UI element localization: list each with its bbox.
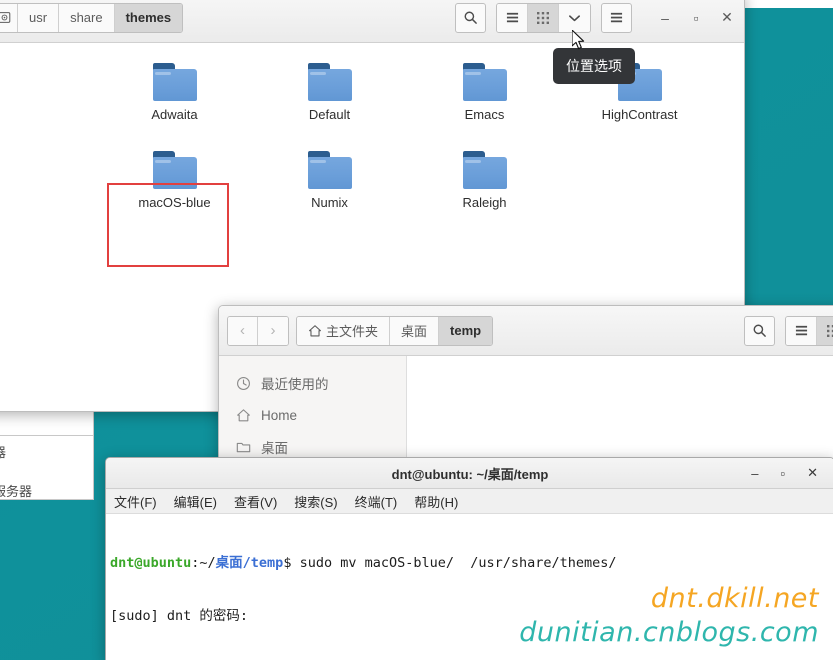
sidebar-item-label: 桌面 xyxy=(261,441,288,456)
temp-breadcrumb[interactable]: 主文件夹 桌面 temp xyxy=(296,315,494,346)
terminal-output: [sudo] dnt 的密码: xyxy=(110,607,249,624)
menu-help[interactable]: 帮助(H) xyxy=(414,492,458,511)
folder-icon xyxy=(462,63,507,101)
prompt-path: 桌面/temp xyxy=(215,555,284,571)
themes-window-controls[interactable]: – ▫ ✕ xyxy=(656,9,736,27)
prompt-symbol: $ xyxy=(283,555,300,571)
temp-back-button[interactable]: ‹ xyxy=(228,316,258,345)
terminal-title: dnt@ubuntu: ~/桌面/temp xyxy=(391,466,549,482)
folder-icon xyxy=(462,151,507,189)
terminal-minimize-button[interactable]: – xyxy=(751,466,758,481)
folder-icon xyxy=(307,63,352,101)
breadcrumb-crumb-icon[interactable] xyxy=(0,3,18,32)
themes-grid-view-button[interactable] xyxy=(528,3,559,32)
terminal-window-controls[interactable]: – ▫ ✕ xyxy=(751,465,833,481)
themes-search-button[interactable] xyxy=(455,2,486,33)
temp-search-button[interactable] xyxy=(744,315,775,346)
home-icon xyxy=(235,407,251,423)
breadcrumb-temp[interactable]: temp xyxy=(439,316,493,345)
screen: 的 器 服务器 usr share themes xyxy=(0,0,833,660)
folder-icon xyxy=(152,151,197,189)
breadcrumb-home-label: 主文件夹 xyxy=(326,324,379,339)
temp-headerbar: ‹ › 主文件夹 桌面 temp xyxy=(219,306,833,356)
terminal-close-button[interactable]: ✕ xyxy=(807,465,818,481)
menu-view[interactable]: 查看(V) xyxy=(234,492,277,511)
menu-search[interactable]: 搜索(S) xyxy=(294,492,337,511)
folder-item-raleigh[interactable]: Raleigh xyxy=(407,145,562,233)
terminal-line-1: dnt@ubuntu:~/桌面/temp$ sudo mv macOS-blue… xyxy=(110,555,826,573)
folder-label: Numix xyxy=(311,195,348,210)
terminal-titlebar: dnt@ubuntu: ~/桌面/temp – ▫ ✕ xyxy=(106,458,833,489)
folder-icon xyxy=(235,439,251,455)
folder-item-default[interactable]: Default xyxy=(252,57,407,145)
terminal-maximize-button[interactable]: ▫ xyxy=(780,466,785,481)
menu-file[interactable]: 文件(F) xyxy=(114,492,157,511)
home-icon xyxy=(309,324,321,336)
fragment-text-2: 服务器 xyxy=(0,484,33,499)
folder-item-adwaita[interactable]: Adwaita xyxy=(97,57,252,145)
folder-label: HighContrast xyxy=(601,107,678,122)
themes-minimize-button[interactable]: – xyxy=(656,9,674,27)
list-view-icon xyxy=(506,12,518,23)
folder-label: Emacs xyxy=(464,107,505,122)
location-options-tooltip: 位置选项 xyxy=(553,48,635,84)
themes-maximize-button[interactable]: ▫ xyxy=(687,9,705,27)
fragment-text-1: 器 xyxy=(0,436,93,461)
background-window-fragment-bottom[interactable]: 器 服务器 xyxy=(0,436,94,500)
themes-headerbar: usr share themes – ▫ ✕ xyxy=(0,0,744,43)
chevron-down-icon xyxy=(569,14,580,21)
themes-sort-dropdown-button[interactable] xyxy=(559,3,590,32)
folder-label: Adwaita xyxy=(151,107,198,122)
themes-breadcrumb[interactable]: usr share themes xyxy=(0,2,184,33)
temp-view-switcher[interactable] xyxy=(785,315,833,346)
sidebar-item-label: 最近使用的 xyxy=(261,377,329,392)
hamburger-menu-icon xyxy=(610,12,623,23)
temp-nav-buttons[interactable]: ‹ › xyxy=(227,315,289,346)
folder-item-emacs[interactable]: Emacs xyxy=(407,57,562,145)
themes-close-button[interactable]: ✕ xyxy=(718,9,736,27)
folder-icon xyxy=(307,151,352,189)
watermark-line-2: dunitian.cnblogs.com xyxy=(519,617,819,648)
terminal-menubar[interactable]: 文件(F) 编辑(E) 查看(V) 搜索(S) 终端(T) 帮助(H) xyxy=(106,489,833,514)
breadcrumb-themes[interactable]: themes xyxy=(114,3,183,32)
breadcrumb-share[interactable]: share xyxy=(59,3,115,32)
prompt-sep: :~/ xyxy=(191,555,216,571)
temp-list-view-button[interactable] xyxy=(786,316,817,345)
sidebar-item-label: Home xyxy=(261,407,298,423)
themes-list-view-button[interactable] xyxy=(497,3,528,32)
breadcrumb-usr[interactable]: usr xyxy=(18,3,60,32)
menu-terminal[interactable]: 终端(T) xyxy=(355,492,398,511)
folder-item-numix[interactable]: Numix xyxy=(252,145,407,233)
mouse-cursor xyxy=(571,29,586,51)
themes-view-switcher[interactable] xyxy=(496,2,591,33)
themes-menu-button[interactable] xyxy=(601,2,632,33)
temp-forward-button[interactable]: › xyxy=(258,316,288,345)
search-icon xyxy=(464,11,477,24)
sidebar-item-recent[interactable]: 最近使用的 xyxy=(219,366,406,400)
folder-icon xyxy=(152,63,197,101)
breadcrumb-home[interactable]: 主文件夹 xyxy=(297,316,391,345)
disk-icon xyxy=(0,12,11,23)
watermark-line-1: dnt.dkill.net xyxy=(650,583,819,614)
sidebar-item-home[interactable]: Home xyxy=(219,400,406,430)
folder-label: Default xyxy=(308,107,351,122)
temp-grid-view-button[interactable] xyxy=(817,316,833,345)
folder-label: Raleigh xyxy=(462,195,507,210)
terminal-command: sudo mv macOS-blue/ /usr/share/themes/ xyxy=(299,555,617,571)
folder-label: macOS-blue xyxy=(138,195,211,210)
prompt-user: dnt@ubuntu xyxy=(110,555,192,571)
grid-view-icon xyxy=(537,11,549,24)
folder-item-macos-blue[interactable]: macOS-blue xyxy=(97,145,252,233)
list-view-icon xyxy=(795,325,807,336)
search-icon xyxy=(753,324,766,337)
grid-view-icon xyxy=(826,324,833,337)
clock-icon xyxy=(235,375,251,391)
breadcrumb-desktop[interactable]: 桌面 xyxy=(390,316,440,345)
menu-edit[interactable]: 编辑(E) xyxy=(174,492,217,511)
